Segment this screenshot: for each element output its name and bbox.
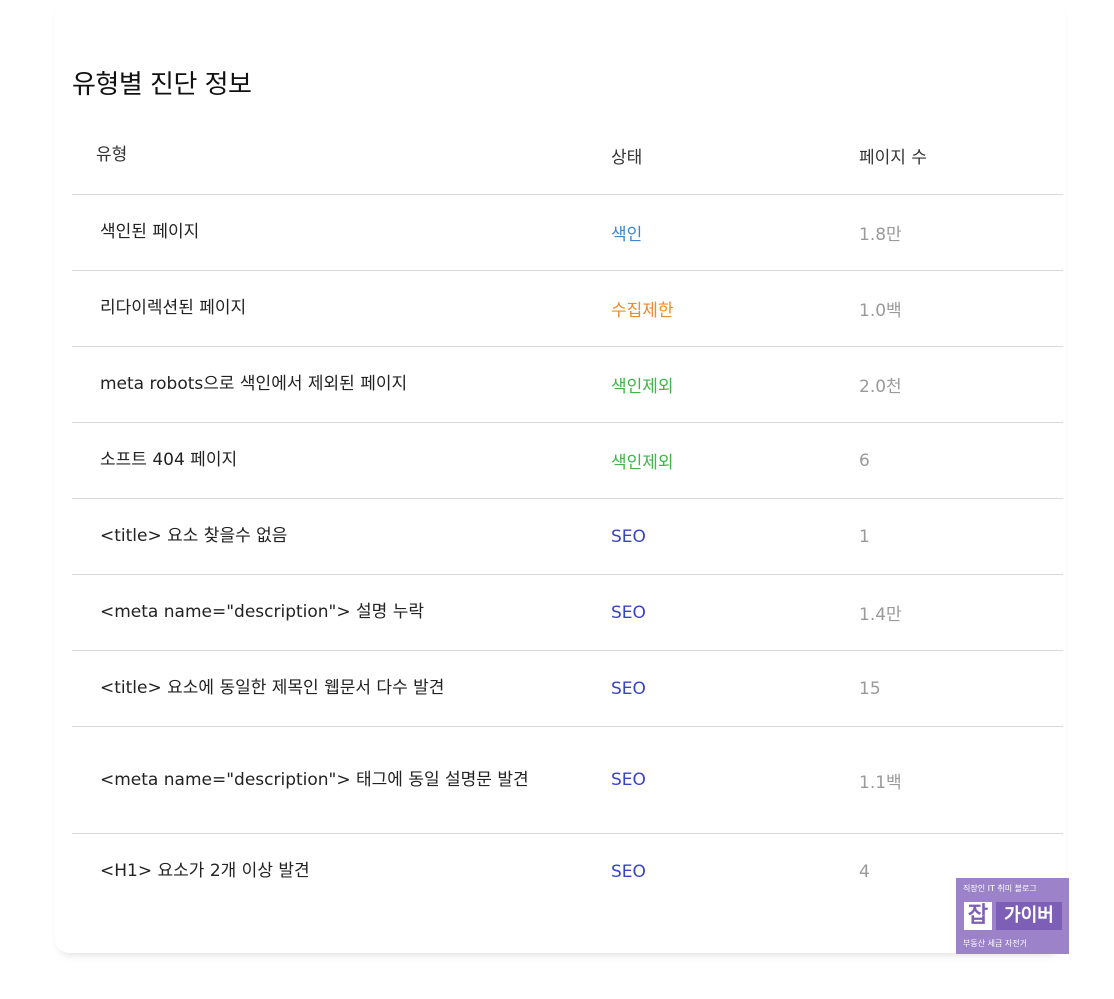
row-type-label: <title> 요소에 동일한 제목인 웹문서 다수 발견 bbox=[100, 678, 445, 699]
table-row: 소프트 404 페이지 색인제외 6 bbox=[72, 422, 1063, 499]
watermark-char: 잡 bbox=[964, 902, 992, 930]
row-status-label: 색인제외 bbox=[611, 377, 674, 397]
table-row: meta robots으로 색인에서 제외된 페이지 색인제외 2.0천 bbox=[72, 346, 1063, 423]
diagnosis-table: 유형 상태 페이지 수 색인된 페이지 색인 1.8만 리다이렉션된 페이지 수… bbox=[72, 116, 1063, 909]
column-header-count: 페이지 수 bbox=[859, 116, 1063, 195]
row-status-label: 색인제외 bbox=[611, 453, 674, 473]
row-type-label: <title> 요소 찾을수 없음 bbox=[100, 526, 288, 547]
section-title: 유형별 진단 정보 bbox=[72, 70, 252, 100]
row-type-label: <H1> 요소가 2개 이상 발견 bbox=[100, 861, 310, 882]
row-status-label: SEO bbox=[611, 770, 646, 790]
row-page-count: 15 bbox=[859, 678, 881, 699]
table-row: <meta name="description"> 태그에 동일 설명문 발견 … bbox=[72, 726, 1063, 834]
row-type-label: <meta name="description"> 설명 누락 bbox=[100, 602, 424, 623]
row-status-label: SEO bbox=[611, 602, 646, 623]
row-status-label: SEO bbox=[611, 526, 646, 547]
row-page-count: 1.4만 bbox=[859, 605, 902, 625]
table-row: 리다이렉션된 페이지 수집제한 1.0백 bbox=[72, 270, 1063, 347]
column-header-type: 유형 bbox=[72, 116, 611, 195]
table-row: <H1> 요소가 2개 이상 발견 SEO 4 bbox=[72, 834, 1063, 910]
column-header-status: 상태 bbox=[611, 116, 859, 195]
watermark-top-text: 직장인 IT 취미 블로그 bbox=[963, 884, 1037, 893]
watermark-bottom-text: 부동산 세금 자전거 bbox=[963, 939, 1027, 948]
row-page-count: 1.1백 bbox=[859, 772, 902, 793]
row-page-count: 6 bbox=[859, 450, 870, 471]
row-page-count: 4 bbox=[859, 861, 870, 882]
row-type-label: 소프트 404 페이지 bbox=[100, 450, 238, 471]
table-row: <title> 요소에 동일한 제목인 웹문서 다수 발견 SEO 15 bbox=[72, 650, 1063, 727]
row-status-label: SEO bbox=[611, 861, 646, 882]
blog-watermark-logo: 직장인 IT 취미 블로그 잡 가이버 부동산 세금 자전거 bbox=[956, 878, 1069, 954]
row-page-count: 1 bbox=[859, 526, 870, 547]
row-page-count: 2.0천 bbox=[859, 377, 902, 397]
row-status-label: 수집제한 bbox=[611, 301, 674, 321]
row-status-label: SEO bbox=[611, 678, 646, 699]
table-row: 색인된 페이지 색인 1.8만 bbox=[72, 194, 1063, 271]
row-type-label: <meta name="description"> 태그에 동일 설명문 발견 bbox=[100, 769, 529, 790]
row-status-label: 색인 bbox=[611, 225, 643, 245]
row-type-label: 색인된 페이지 bbox=[100, 222, 200, 243]
table-row: <meta name="description"> 설명 누락 SEO 1.4만 bbox=[72, 574, 1063, 651]
row-page-count: 1.0백 bbox=[859, 301, 902, 321]
row-type-label: 리다이렉션된 페이지 bbox=[100, 298, 247, 319]
table-row: <title> 요소 찾을수 없음 SEO 1 bbox=[72, 498, 1063, 575]
row-page-count: 1.8만 bbox=[859, 225, 902, 245]
table-header-row: 유형 상태 페이지 수 bbox=[72, 116, 1063, 195]
row-type-label: meta robots으로 색인에서 제외된 페이지 bbox=[100, 374, 408, 395]
watermark-name: 가이버 bbox=[996, 902, 1062, 930]
